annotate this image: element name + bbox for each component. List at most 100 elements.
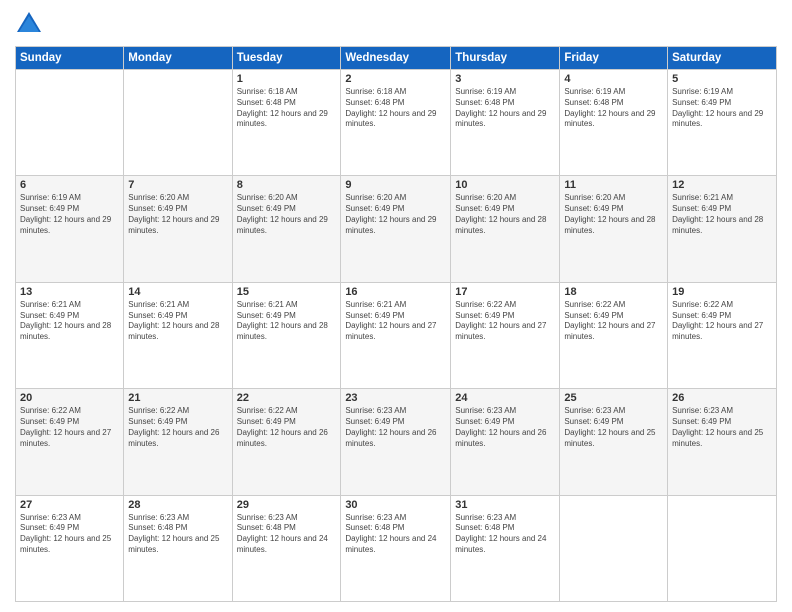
day-info: Sunrise: 6:19 AM Sunset: 6:48 PM Dayligh…	[455, 87, 555, 130]
day-number: 21	[128, 392, 227, 404]
header	[15, 10, 777, 38]
calendar-cell: 15Sunrise: 6:21 AM Sunset: 6:49 PM Dayli…	[232, 282, 341, 388]
calendar-cell: 30 Sunrise: 6:23 AM Sunset: 6:48 PM Dayli…	[341, 495, 451, 601]
day-number: 4	[564, 73, 663, 85]
day-info: Sunrise: 6:23 AM Sunset: 6:48 PM Dayligh…	[128, 513, 227, 556]
day-number: 30	[345, 499, 446, 511]
day-number: 24	[455, 392, 555, 404]
calendar-body: 1 Sunrise: 6:18 AM Sunset: 6:48 PM Daylig…	[16, 70, 777, 602]
day-number: 29	[237, 499, 337, 511]
calendar-cell	[560, 495, 668, 601]
calendar-cell: 4Sunrise: 6:19 AM Sunset: 6:48 PM Daylig…	[560, 70, 668, 176]
calendar-cell: 3 Sunrise: 6:19 AM Sunset: 6:48 PM Daylig…	[451, 70, 560, 176]
day-number: 16	[345, 286, 446, 298]
day-number: 9	[345, 179, 446, 191]
calendar-cell	[124, 70, 232, 176]
calendar-header-row: SundayMondayTuesdayWednesdayThursdayFrid…	[16, 47, 777, 70]
calendar-cell	[668, 495, 777, 601]
calendar-cell: 25 Sunrise: 6:23 AM Sunset: 6:49 PM Dayli…	[560, 389, 668, 495]
calendar-cell: 29 Sunrise: 6:23 AM Sunset: 6:48 PM Dayli…	[232, 495, 341, 601]
calendar-cell: 24 Sunrise: 6:23 AM Sunset: 6:49 PM Dayli…	[451, 389, 560, 495]
header-cell-wednesday: Wednesday	[341, 47, 451, 70]
day-info: Sunrise: 6:22 AM Sunset: 6:49 PM Dayligh…	[237, 406, 337, 449]
logo	[15, 10, 47, 38]
day-info: Sunrise: 6:19 AM Sunset: 6:49 PM Dayligh…	[20, 193, 119, 236]
day-number: 17	[455, 286, 555, 298]
day-number: 14	[128, 286, 227, 298]
day-info: Sunrise: 6:18 AM Sunset: 6:48 PM Dayligh…	[345, 87, 446, 130]
calendar-cell: 9 Sunrise: 6:20 AM Sunset: 6:49 PM Daylig…	[341, 176, 451, 282]
calendar-cell: 2 Sunrise: 6:18 AM Sunset: 6:48 PM Daylig…	[341, 70, 451, 176]
day-number: 3	[455, 73, 555, 85]
calendar-cell: 16Sunrise: 6:21 AM Sunset: 6:49 PM Dayli…	[341, 282, 451, 388]
header-cell-thursday: Thursday	[451, 47, 560, 70]
calendar-cell: 28 Sunrise: 6:23 AM Sunset: 6:48 PM Dayli…	[124, 495, 232, 601]
day-number: 2	[345, 73, 446, 85]
day-info: Sunrise: 6:23 AM Sunset: 6:48 PM Dayligh…	[345, 513, 446, 556]
calendar-cell: 12Sunrise: 6:21 AM Sunset: 6:49 PM Dayli…	[668, 176, 777, 282]
day-number: 5	[672, 73, 772, 85]
day-info: Sunrise: 6:20 AM Sunset: 6:49 PM Dayligh…	[345, 193, 446, 236]
day-info: Sunrise: 6:23 AM Sunset: 6:49 PM Dayligh…	[564, 406, 663, 449]
calendar-cell: 21 Sunrise: 6:22 AM Sunset: 6:49 PM Dayli…	[124, 389, 232, 495]
day-info: Sunrise: 6:23 AM Sunset: 6:49 PM Dayligh…	[455, 406, 555, 449]
day-info: Sunrise: 6:22 AM Sunset: 6:49 PM Dayligh…	[455, 300, 555, 343]
header-cell-saturday: Saturday	[668, 47, 777, 70]
calendar-cell: 20 Sunrise: 6:22 AM Sunset: 6:49 PM Dayli…	[16, 389, 124, 495]
calendar-cell: 10 Sunrise: 6:20 AM Sunset: 6:49 PM Dayli…	[451, 176, 560, 282]
day-info: Sunrise: 6:23 AM Sunset: 6:49 PM Dayligh…	[672, 406, 772, 449]
day-number: 6	[20, 179, 119, 191]
logo-icon	[15, 10, 43, 38]
calendar-cell: 11Sunrise: 6:20 AM Sunset: 6:49 PM Dayli…	[560, 176, 668, 282]
calendar-cell	[16, 70, 124, 176]
calendar-cell: 22 Sunrise: 6:22 AM Sunset: 6:49 PM Dayli…	[232, 389, 341, 495]
day-info: Sunrise: 6:22 AM Sunset: 6:49 PM Dayligh…	[672, 300, 772, 343]
day-info: Sunrise: 6:20 AM Sunset: 6:49 PM Dayligh…	[128, 193, 227, 236]
calendar-table: SundayMondayTuesdayWednesdayThursdayFrid…	[15, 46, 777, 602]
calendar-cell: 1 Sunrise: 6:18 AM Sunset: 6:48 PM Daylig…	[232, 70, 341, 176]
header-cell-tuesday: Tuesday	[232, 47, 341, 70]
week-row-2: 6 Sunrise: 6:19 AM Sunset: 6:49 PM Daylig…	[16, 176, 777, 282]
calendar-cell: 6 Sunrise: 6:19 AM Sunset: 6:49 PM Daylig…	[16, 176, 124, 282]
week-row-4: 20 Sunrise: 6:22 AM Sunset: 6:49 PM Dayli…	[16, 389, 777, 495]
day-number: 8	[237, 179, 337, 191]
header-cell-sunday: Sunday	[16, 47, 124, 70]
day-number: 19	[672, 286, 772, 298]
day-number: 28	[128, 499, 227, 511]
calendar-cell: 27Sunrise: 6:23 AM Sunset: 6:49 PM Dayli…	[16, 495, 124, 601]
day-info: Sunrise: 6:23 AM Sunset: 6:49 PM Dayligh…	[20, 513, 119, 556]
day-number: 22	[237, 392, 337, 404]
week-row-3: 13Sunrise: 6:21 AM Sunset: 6:49 PM Dayli…	[16, 282, 777, 388]
day-number: 1	[237, 73, 337, 85]
day-info: Sunrise: 6:21 AM Sunset: 6:49 PM Dayligh…	[237, 300, 337, 343]
day-number: 18	[564, 286, 663, 298]
day-info: Sunrise: 6:22 AM Sunset: 6:49 PM Dayligh…	[564, 300, 663, 343]
calendar-cell: 31 Sunrise: 6:23 AM Sunset: 6:48 PM Dayli…	[451, 495, 560, 601]
day-number: 7	[128, 179, 227, 191]
day-number: 20	[20, 392, 119, 404]
day-info: Sunrise: 6:20 AM Sunset: 6:49 PM Dayligh…	[455, 193, 555, 236]
day-info: Sunrise: 6:21 AM Sunset: 6:49 PM Dayligh…	[128, 300, 227, 343]
day-number: 25	[564, 392, 663, 404]
calendar-cell: 14 Sunrise: 6:21 AM Sunset: 6:49 PM Dayli…	[124, 282, 232, 388]
week-row-1: 1 Sunrise: 6:18 AM Sunset: 6:48 PM Daylig…	[16, 70, 777, 176]
calendar-cell: 13Sunrise: 6:21 AM Sunset: 6:49 PM Dayli…	[16, 282, 124, 388]
day-info: Sunrise: 6:23 AM Sunset: 6:48 PM Dayligh…	[455, 513, 555, 556]
day-number: 31	[455, 499, 555, 511]
day-info: Sunrise: 6:22 AM Sunset: 6:49 PM Dayligh…	[20, 406, 119, 449]
calendar-cell: 26 Sunrise: 6:23 AM Sunset: 6:49 PM Dayli…	[668, 389, 777, 495]
day-info: Sunrise: 6:19 AM Sunset: 6:49 PM Dayligh…	[672, 87, 772, 130]
header-cell-monday: Monday	[124, 47, 232, 70]
day-info: Sunrise: 6:21 AM Sunset: 6:49 PM Dayligh…	[20, 300, 119, 343]
day-number: 26	[672, 392, 772, 404]
calendar-cell: 7 Sunrise: 6:20 AM Sunset: 6:49 PM Daylig…	[124, 176, 232, 282]
day-info: Sunrise: 6:23 AM Sunset: 6:48 PM Dayligh…	[237, 513, 337, 556]
day-info: Sunrise: 6:22 AM Sunset: 6:49 PM Dayligh…	[128, 406, 227, 449]
day-info: Sunrise: 6:20 AM Sunset: 6:49 PM Dayligh…	[237, 193, 337, 236]
calendar-cell: 5 Sunrise: 6:19 AM Sunset: 6:49 PM Daylig…	[668, 70, 777, 176]
day-info: Sunrise: 6:21 AM Sunset: 6:49 PM Dayligh…	[672, 193, 772, 236]
calendar-cell: 17 Sunrise: 6:22 AM Sunset: 6:49 PM Dayli…	[451, 282, 560, 388]
day-number: 10	[455, 179, 555, 191]
day-info: Sunrise: 6:18 AM Sunset: 6:48 PM Dayligh…	[237, 87, 337, 130]
week-row-5: 27Sunrise: 6:23 AM Sunset: 6:49 PM Dayli…	[16, 495, 777, 601]
